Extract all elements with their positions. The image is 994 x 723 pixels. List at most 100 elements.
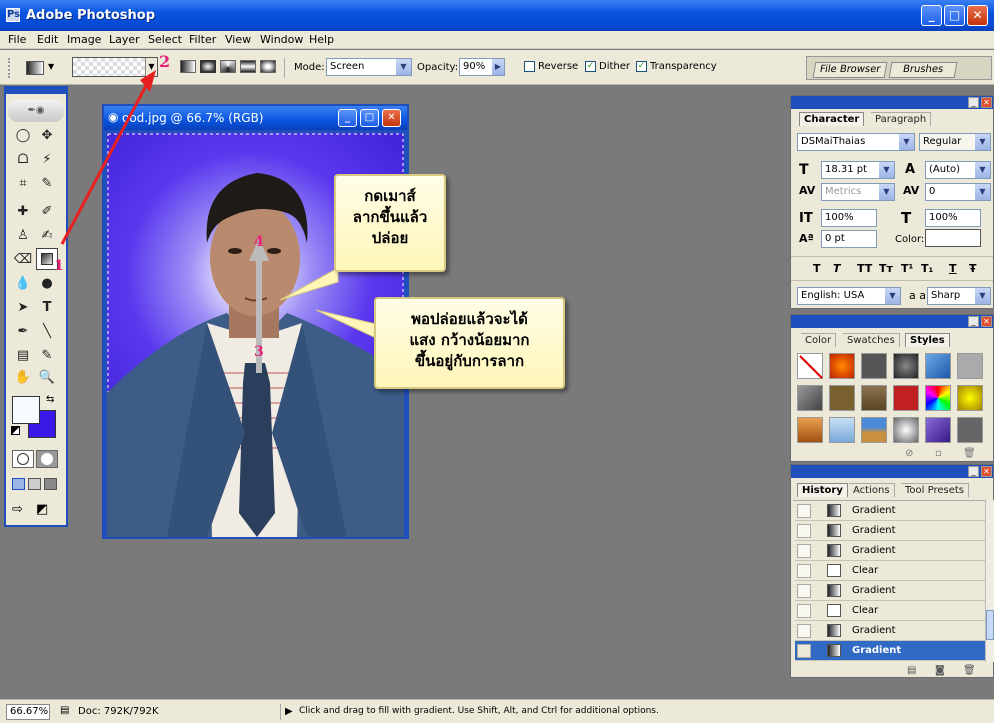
menu-select[interactable]: Select: [148, 33, 182, 46]
quick-mask-mode-icon[interactable]: [36, 450, 58, 468]
notes-tool-icon[interactable]: ▤: [12, 346, 34, 366]
chevron-down-icon[interactable]: ▼: [879, 162, 894, 178]
style-swatch[interactable]: [925, 353, 951, 379]
superscript-icon[interactable]: T¹: [901, 262, 913, 275]
file-browser-tab[interactable]: File Browser: [812, 62, 888, 78]
gradient-picker[interactable]: ▼: [72, 57, 158, 77]
healing-brush-icon[interactable]: ✚: [12, 202, 34, 222]
eraser-tool-icon[interactable]: ⌫: [12, 250, 34, 270]
history-state[interactable]: Gradient: [795, 581, 987, 601]
menu-edit[interactable]: Edit: [37, 33, 58, 46]
baseline-shift-field[interactable]: 0 pt: [821, 230, 877, 248]
history-source-box[interactable]: [797, 524, 811, 538]
new-snapshot-icon[interactable]: ◙: [935, 665, 945, 676]
adobe-online-icon[interactable]: ✒◉: [8, 100, 64, 122]
history-state[interactable]: Gradient: [795, 621, 987, 641]
brushes-tab[interactable]: Brushes: [888, 62, 958, 78]
menu-view[interactable]: View: [225, 33, 251, 46]
history-brush-icon[interactable]: ✍: [36, 226, 58, 246]
panel-minimize-icon[interactable]: _: [968, 466, 979, 477]
marquee-tool-icon[interactable]: ◯: [12, 126, 34, 146]
angle-gradient-icon[interactable]: [220, 60, 236, 73]
chevron-down-icon[interactable]: ▼: [975, 184, 990, 200]
radial-gradient-icon[interactable]: [200, 60, 216, 73]
strikethrough-icon[interactable]: Ŧ: [969, 262, 977, 275]
all-caps-icon[interactable]: TT: [857, 262, 872, 275]
dither-checkbox[interactable]: ✓: [585, 61, 596, 72]
default-colors-icon[interactable]: [11, 426, 20, 435]
horizontal-scale-field[interactable]: 100%: [925, 209, 981, 227]
history-state[interactable]: Gradient: [795, 521, 987, 541]
style-swatch[interactable]: [957, 353, 983, 379]
jump-to-imageready-icon[interactable]: ⇨: [12, 502, 34, 520]
magic-wand-tool-icon[interactable]: ⚡: [36, 150, 58, 170]
doc-minimize-button[interactable]: _: [338, 109, 357, 127]
swap-colors-icon[interactable]: ⇆: [46, 394, 54, 405]
close-button[interactable]: ✕: [967, 5, 988, 26]
move-tool-icon[interactable]: ✥: [36, 126, 58, 146]
panel-minimize-icon[interactable]: _: [968, 316, 979, 327]
style-swatch[interactable]: [861, 385, 887, 411]
style-swatch[interactable]: [797, 385, 823, 411]
reverse-checkbox[interactable]: [524, 61, 535, 72]
tool-preset-icon[interactable]: [26, 61, 44, 75]
opacity-field[interactable]: 90% ▶: [459, 58, 505, 76]
history-state[interactable]: Gradient: [795, 501, 987, 521]
faux-italic-icon[interactable]: T: [833, 262, 841, 275]
history-state[interactable]: Clear: [795, 601, 987, 621]
style-swatch[interactable]: [861, 353, 887, 379]
preset-dropdown-arrow-icon[interactable]: ▼: [48, 62, 54, 71]
underline-icon[interactable]: T: [949, 262, 957, 275]
font-size-field[interactable]: 18.31 pt ▼: [821, 161, 895, 179]
clear-style-icon[interactable]: ⊘: [905, 448, 913, 459]
imageready-icon[interactable]: ◩: [36, 502, 58, 520]
linear-gradient-icon[interactable]: [180, 60, 196, 73]
history-state-selected[interactable]: Gradient: [795, 641, 987, 661]
gradient-dropdown-icon[interactable]: ▼: [145, 58, 157, 76]
subscript-icon[interactable]: T₁: [921, 262, 933, 275]
pen-tool-icon[interactable]: ✒: [12, 322, 34, 342]
tracking-field[interactable]: 0 ▼: [925, 183, 991, 201]
tab-styles[interactable]: Styles: [905, 333, 950, 347]
menu-image[interactable]: Image: [67, 33, 101, 46]
delete-state-icon[interactable]: 🗑: [963, 665, 976, 676]
language-select[interactable]: English: USA ▼: [797, 287, 901, 305]
history-source-box[interactable]: [797, 544, 811, 558]
history-source-box[interactable]: [797, 584, 811, 598]
style-swatch-none[interactable]: [797, 353, 823, 379]
leading-field[interactable]: (Auto) ▼: [925, 161, 991, 179]
new-document-icon[interactable]: ▤: [907, 665, 916, 676]
transparency-checkbox[interactable]: ✓: [636, 61, 647, 72]
clone-stamp-icon[interactable]: ♙: [12, 226, 34, 246]
style-swatch[interactable]: [829, 353, 855, 379]
style-swatch[interactable]: [893, 385, 919, 411]
chevron-down-icon[interactable]: ▼: [975, 134, 990, 150]
menu-window[interactable]: Window: [260, 33, 303, 46]
text-color-swatch[interactable]: [925, 229, 981, 247]
chevron-down-icon[interactable]: ▼: [396, 59, 411, 75]
tab-history[interactable]: History: [797, 483, 848, 497]
diamond-gradient-icon[interactable]: [260, 60, 276, 73]
history-source-box[interactable]: [797, 624, 811, 638]
tab-paragraph[interactable]: Paragraph: [871, 112, 932, 126]
history-state[interactable]: Clear: [795, 561, 987, 581]
document-info-icon[interactable]: ▤: [60, 705, 69, 716]
zoom-tool-icon[interactable]: 🔍: [36, 368, 58, 388]
font-style-select[interactable]: Regular ▼: [919, 133, 991, 151]
chevron-down-icon[interactable]: ▼: [975, 288, 990, 304]
history-source-box[interactable]: [797, 504, 811, 518]
style-swatch[interactable]: [797, 417, 823, 443]
style-swatch[interactable]: [925, 385, 951, 411]
eyedropper-tool-icon[interactable]: ✎: [36, 346, 58, 366]
history-source-box[interactable]: [797, 604, 811, 618]
foreground-color-swatch[interactable]: [12, 396, 40, 424]
history-source-box[interactable]: [797, 564, 811, 578]
opacity-slider-arrow-icon[interactable]: ▶: [492, 59, 504, 75]
chevron-down-icon[interactable]: ▼: [899, 134, 914, 150]
vertical-scale-field[interactable]: 100%: [821, 209, 877, 227]
zoom-field[interactable]: 66.67%: [6, 704, 50, 720]
standard-screen-icon[interactable]: [12, 478, 25, 490]
antialias-select[interactable]: Sharp ▼: [927, 287, 991, 305]
style-swatch[interactable]: [829, 385, 855, 411]
font-family-select[interactable]: DSMaiThaias ▼: [797, 133, 915, 151]
